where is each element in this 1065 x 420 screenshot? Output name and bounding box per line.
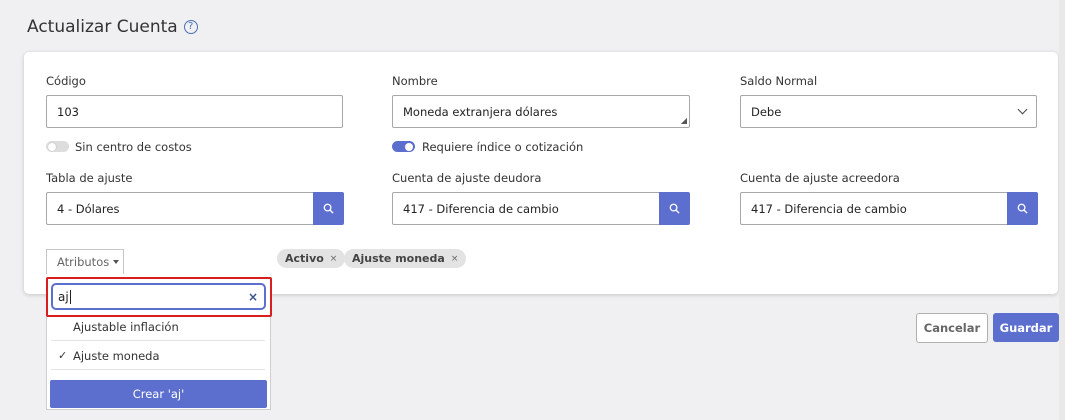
cancel-button[interactable]: Cancelar	[916, 313, 988, 343]
chevron-down-icon	[1017, 104, 1028, 115]
tabla-ajuste-label: Tabla de ajuste	[46, 171, 133, 185]
account-form-card: Código Nombre Saldo Normal 103 Moneda ex…	[24, 52, 1058, 294]
tabla-ajuste-input[interactable]: 4 - Dólares	[46, 192, 314, 225]
cuenta-deudora-label: Cuenta de ajuste deudora	[392, 171, 542, 185]
cuenta-acreedora-input[interactable]: 417 - Diferencia de cambio	[740, 192, 1008, 225]
search-highlight-box: aj ×	[46, 277, 272, 317]
search-icon	[1017, 203, 1028, 214]
search-icon	[669, 203, 680, 214]
help-icon[interactable]: ?	[183, 20, 198, 34]
page-scrollbar[interactable]	[1059, 0, 1065, 420]
atributos-label: Atributos	[57, 255, 110, 269]
page-title-text: Actualizar Cuenta	[27, 17, 178, 37]
saldo-normal-label: Saldo Normal	[740, 74, 818, 88]
codigo-label: Código	[46, 74, 86, 88]
search-value: aj	[58, 289, 69, 304]
caret-down-icon	[113, 260, 120, 264]
tabla-ajuste-search-button[interactable]	[313, 192, 344, 225]
atributos-search-input[interactable]: aj ×	[51, 283, 266, 310]
tag-label: Ajuste moneda	[352, 252, 445, 265]
atributos-dropdown-toggle[interactable]: Atributos	[46, 249, 124, 274]
saldo-normal-select[interactable]: Debe	[740, 95, 1037, 128]
cuenta-acreedora-search-button[interactable]	[1007, 192, 1038, 225]
codigo-input[interactable]: 103	[46, 95, 343, 128]
save-button[interactable]: Guardar	[993, 313, 1059, 342]
dropdown-option[interactable]: Ajustable inflación	[51, 313, 265, 341]
sin-centro-costos-label: Sin centro de costos	[75, 140, 192, 154]
text-cursor	[69, 289, 71, 304]
nombre-label: Nombre	[392, 74, 438, 88]
cuenta-acreedora-label: Cuenta de ajuste acreedora	[740, 171, 900, 185]
option-label: Ajuste moneda	[73, 348, 160, 363]
tag-remove-icon[interactable]: ×	[451, 254, 459, 264]
requiere-indice-label: Requiere índice o cotización	[422, 140, 584, 154]
saldo-normal-value: Debe	[751, 104, 782, 119]
create-option-button[interactable]: Crear 'aj'	[50, 380, 267, 408]
search-icon	[323, 203, 334, 214]
sin-centro-costos-toggle[interactable]	[46, 141, 69, 152]
tag-label: Activo	[285, 252, 324, 265]
tag-remove-icon[interactable]: ×	[330, 254, 338, 264]
cuenta-deudora-search-button[interactable]	[659, 192, 690, 225]
dropdown-option-selected[interactable]: ✓ Ajuste moneda	[51, 342, 265, 370]
check-icon: ✓	[58, 349, 68, 362]
option-label: Ajustable inflación	[73, 319, 179, 334]
nombre-textarea[interactable]: Moneda extranjera dólares ◢	[392, 95, 690, 128]
resize-handle-icon[interactable]: ◢	[681, 117, 687, 125]
requiere-indice-toggle[interactable]	[392, 141, 415, 152]
cuenta-deudora-input[interactable]: 417 - Diferencia de cambio	[392, 192, 660, 225]
tag-activo: Activo ×	[277, 249, 346, 268]
page-title: Actualizar Cuenta ?	[27, 17, 198, 37]
nombre-value: Moneda extranjera dólares	[403, 104, 558, 119]
tag-ajuste-moneda: Ajuste moneda ×	[344, 249, 467, 268]
clear-icon[interactable]: ×	[248, 290, 258, 304]
